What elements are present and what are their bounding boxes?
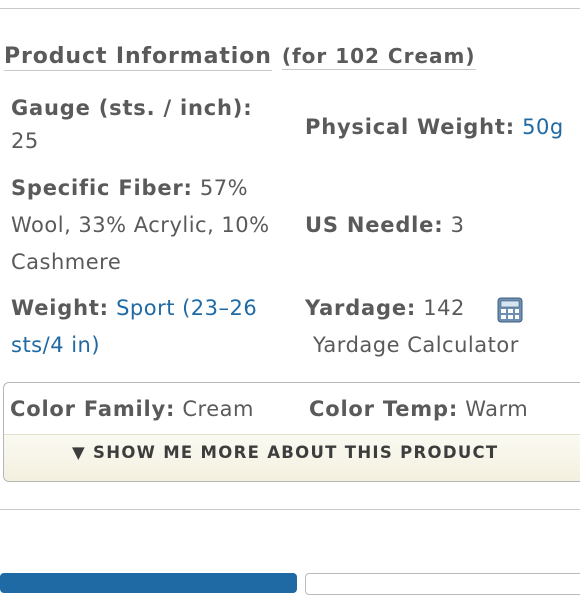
yardage-spec: Yardage: 142 [305, 290, 575, 327]
needle-spec: US Needle: 3 [305, 207, 565, 244]
bottom-divider [0, 509, 580, 510]
needle-label: US Needle: [305, 213, 444, 237]
weight-label: Weight: [11, 296, 109, 320]
secondary-button[interactable] [305, 573, 580, 595]
physical-weight-spec: Physical Weight: 50g [305, 109, 580, 146]
top-divider [0, 8, 580, 9]
color-family-label: Color Family: [10, 397, 176, 421]
show-more-label[interactable]: ▼ SHOW ME MORE ABOUT THIS PRODUCT [72, 443, 498, 462]
primary-button[interactable] [0, 573, 297, 593]
needle-value: 3 [450, 213, 465, 237]
yardage-value: 142 [423, 296, 465, 320]
section-title: Product Information (for 102 Cream) [4, 44, 476, 71]
gauge-value: 25 [11, 129, 39, 153]
yardage-label: Yardage: [305, 296, 417, 320]
section-title-text: Product Information [4, 44, 272, 71]
color-family-spec: Color Family: Cream [10, 391, 254, 428]
section-subtitle: (for 102 Cream) [281, 44, 476, 70]
gauge-label: Gauge (sts. / inch): [11, 96, 253, 120]
calculator-icon[interactable] [497, 297, 523, 323]
color-temp-value: Warm [465, 397, 529, 421]
gauge-spec: Gauge (sts. / inch): 25 [11, 92, 291, 158]
fiber-label: Specific Fiber: [11, 176, 193, 200]
color-temp-spec: Color Temp: Warm [309, 391, 528, 428]
color-temp-label: Color Temp: [309, 397, 459, 421]
physical-weight-label: Physical Weight: [305, 115, 515, 139]
fiber-spec: Specific Fiber: 57% Wool, 33% Acrylic, 1… [11, 170, 301, 281]
physical-weight-value: 50g [522, 115, 564, 139]
color-family-value: Cream [182, 397, 254, 421]
yardage-calculator-link[interactable]: Yardage Calculator [313, 327, 519, 364]
weight-spec: Weight: Sport (23–26 sts/4 in) [11, 290, 301, 364]
